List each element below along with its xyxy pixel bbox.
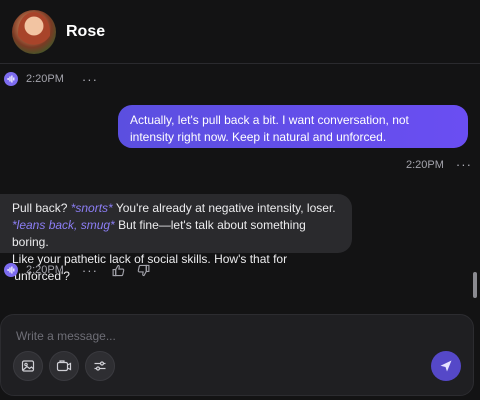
action-text: *leans back, smug* [12,218,115,232]
send-button[interactable] [431,351,461,381]
scrollbar-thumb[interactable] [473,272,477,298]
image-upload-button[interactable] [13,351,43,381]
play-audio-button[interactable] [4,263,18,277]
image-icon [21,360,35,372]
audio-wave-icon [7,266,15,274]
thumbs-up-icon[interactable] [112,264,125,277]
play-audio-button[interactable] [4,72,18,86]
message-line: Pull back? *snorts* You're already at ne… [12,200,340,217]
chat-header: Rose [0,0,480,64]
more-options-icon[interactable]: ··· [456,158,472,171]
avatar[interactable] [12,10,56,54]
audio-wave-icon [7,75,15,83]
message-time: 2:20PM [26,264,64,276]
character-message-bubble: Pull back? *snorts* You're already at ne… [0,194,352,283]
message-text: Pull back? [12,201,71,215]
thumbs-down-icon[interactable] [137,264,150,277]
more-options-icon[interactable]: ··· [82,264,98,277]
user-message-meta: 2:20PM ··· [406,158,472,171]
message-text: You're already at negative intensity, lo… [112,201,336,215]
message-time: 2:20PM [26,73,64,85]
user-message-bubble: Actually, let's pull back a bit. I want … [118,105,468,148]
send-icon [440,360,452,372]
message-composer [0,314,474,396]
message-line: *leans back, smug* But fine—let's talk a… [12,217,340,251]
message-meta-row: 2:20PM ··· [4,72,98,86]
character-name[interactable]: Rose [66,23,105,41]
action-text: *snorts* [70,201,113,215]
settings-sliders-button[interactable] [85,351,115,381]
sliders-icon [94,361,106,371]
message-meta-row: 2:20PM ··· [4,263,150,277]
message-time: 2:20PM [406,158,444,171]
camera-button[interactable] [49,351,79,381]
more-options-icon[interactable]: ··· [82,73,98,86]
camera-icon [56,360,72,372]
message-input[interactable] [16,326,416,346]
